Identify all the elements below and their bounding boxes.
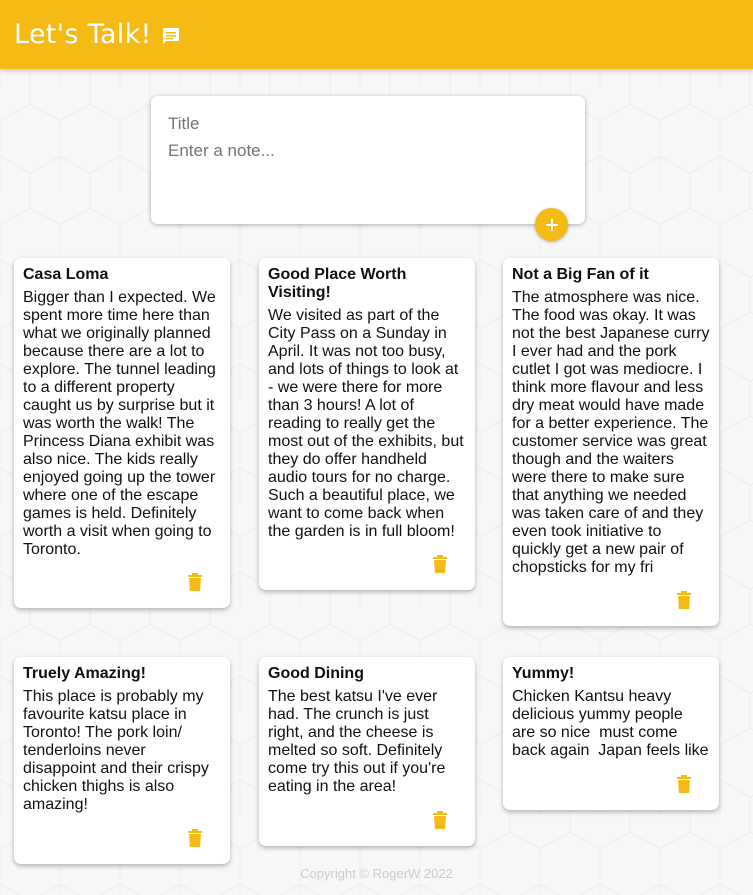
note-title: Good Place Worth Visiting! bbox=[268, 266, 407, 301]
page-footer: Copyright © RogerW 2022 bbox=[0, 866, 753, 881]
note-content: Chicken Kantsu heavy delicious yummy peo… bbox=[512, 688, 709, 759]
delete-note-button[interactable] bbox=[432, 554, 448, 574]
note-title: Casa Loma bbox=[23, 266, 109, 283]
note-card: Good Dining The best katsu I've ever had… bbox=[259, 657, 475, 846]
add-note-button[interactable] bbox=[535, 208, 568, 241]
note-title: Good Dining bbox=[268, 665, 364, 682]
note-content: The best katsu I've ever had. The crunch… bbox=[268, 688, 450, 795]
note-card: Truely Amazing! This place is probably m… bbox=[14, 657, 230, 864]
copyright-text: Copyright © RogerW 2022 bbox=[300, 866, 453, 881]
note-content: The atmosphere was nice. The food was ok… bbox=[512, 289, 714, 576]
delete-note-button[interactable] bbox=[432, 810, 448, 830]
note-card: Casa Loma Bigger than I expected. We spe… bbox=[14, 258, 230, 608]
note-title: Not a Big Fan of it bbox=[512, 266, 649, 283]
delete-note-button[interactable] bbox=[676, 774, 692, 794]
trash-icon bbox=[677, 591, 691, 609]
delete-note-button[interactable] bbox=[676, 590, 692, 610]
plus-icon bbox=[545, 218, 558, 231]
note-content: This place is probably my favourite kats… bbox=[23, 688, 214, 813]
note-content: Bigger than I expected. We spent more ti… bbox=[23, 289, 221, 558]
trash-icon bbox=[188, 573, 202, 591]
trash-icon bbox=[188, 829, 202, 847]
delete-note-button[interactable] bbox=[187, 572, 203, 592]
note-title: Yummy! bbox=[512, 665, 575, 682]
chat-icon bbox=[161, 26, 181, 46]
delete-note-button[interactable] bbox=[187, 828, 203, 848]
trash-icon bbox=[677, 775, 691, 793]
create-note-form bbox=[151, 96, 585, 224]
note-title: Truely Amazing! bbox=[23, 665, 146, 682]
note-content-input[interactable] bbox=[168, 141, 568, 201]
note-card: Good Place Worth Visiting! We visited as… bbox=[259, 258, 475, 590]
trash-icon bbox=[433, 555, 447, 573]
app-header: Let's Talk! bbox=[0, 0, 753, 69]
note-title-input[interactable] bbox=[168, 113, 568, 135]
note-content: We visited as part of the City Pass on a… bbox=[268, 307, 469, 540]
app-title: Let's Talk! bbox=[14, 19, 152, 50]
note-card: Yummy! Chicken Kantsu heavy delicious yu… bbox=[503, 657, 719, 810]
trash-icon bbox=[433, 811, 447, 829]
note-card: Not a Big Fan of it The atmosphere was n… bbox=[503, 258, 719, 626]
